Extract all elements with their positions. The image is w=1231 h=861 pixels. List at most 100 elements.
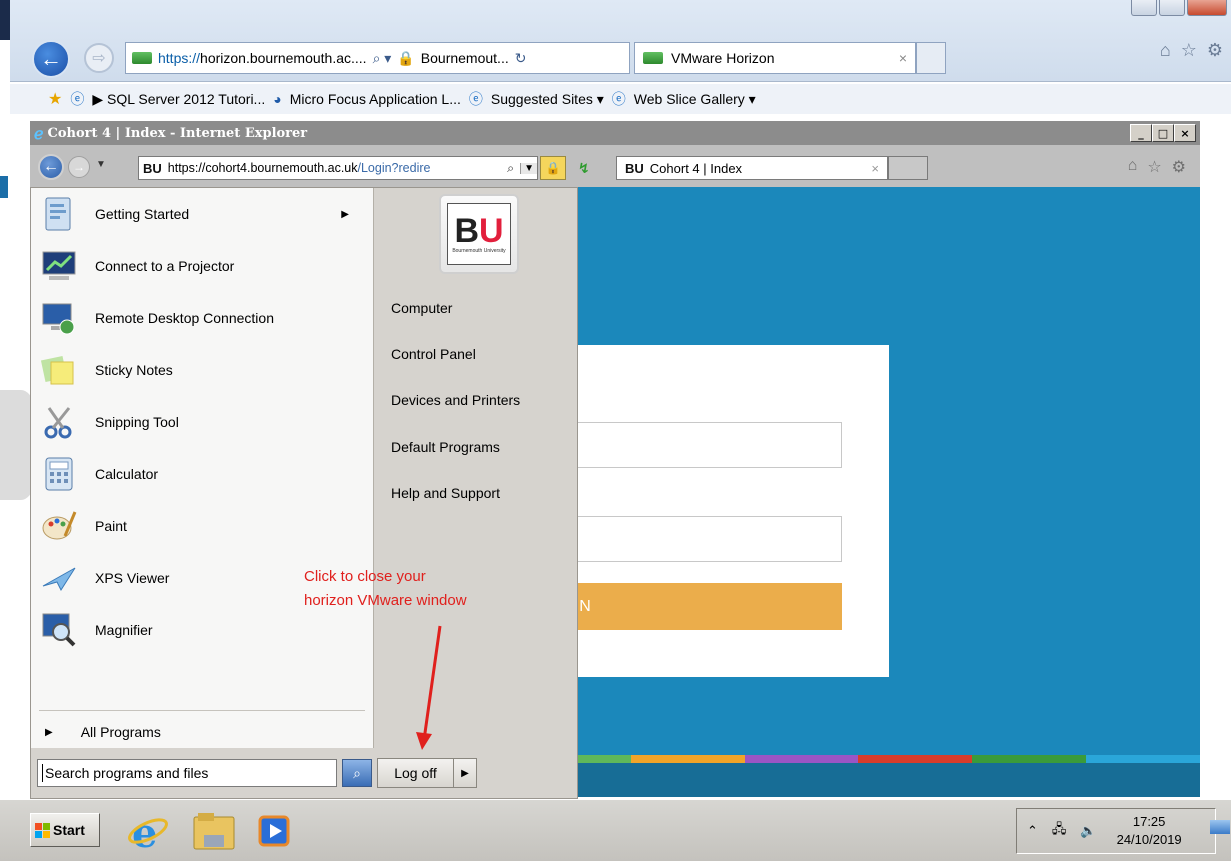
volume-icon[interactable]: 🔈 [1080,823,1096,839]
program-label: Paint [95,518,127,534]
program-magnifier[interactable]: Magnifier [37,608,367,652]
start-link-devices-printers[interactable]: Devices and Printers [391,392,520,408]
text-caret [42,764,43,782]
inner-forward-button[interactable]: → [68,156,90,178]
inner-new-tab-button[interactable] [888,156,928,180]
shutdown-options-arrow-icon[interactable]: ▶ [454,768,476,779]
start-link-help-support[interactable]: Help and Support [391,485,500,501]
all-programs-button[interactable]: ▶ All Programs [45,724,161,740]
favorites-star-icon[interactable]: ☆ [1181,40,1197,61]
settings-gear-icon[interactable]: ⚙ [1172,157,1186,177]
program-label: XPS Viewer [95,570,170,586]
favorites-add-icon[interactable]: ★ [48,89,62,109]
inner-back-button[interactable]: ← [38,154,64,180]
start-search-button[interactable]: ⌕ [342,759,372,787]
program-snipping-tool[interactable]: Snipping Tool [37,400,367,444]
start-menu-programs-pane: Getting Started ▶ Connect to a Projector… [31,188,373,748]
program-paint[interactable]: Paint [37,504,367,548]
background-window-strip [0,0,10,40]
outer-minimize-button[interactable] [1131,0,1157,16]
program-getting-started[interactable]: Getting Started ▶ [37,192,367,236]
outer-new-tab-button[interactable] [916,42,946,74]
favorites-star-icon[interactable]: ☆ [1147,157,1161,177]
inner-maximize-button[interactable]: □ [1152,124,1174,142]
inner-minimize-button[interactable]: _ [1130,124,1152,142]
start-link-default-programs[interactable]: Default Programs [391,439,500,455]
system-tray: ⌃ 🖧 🔈 17:25 24/10/2019 [1016,808,1216,854]
outer-back-button[interactable]: ← [32,40,70,78]
start-link-computer[interactable]: Computer [391,300,452,316]
outer-tab-close-icon[interactable]: × [899,50,907,66]
inner-lock-icon[interactable]: 🔒 [540,156,566,180]
inner-tab-title: Cohort 4 | Index [649,160,743,176]
favorite-link-micro-focus[interactable]: Micro Focus Application L... [290,91,461,107]
outer-close-button[interactable] [1187,0,1227,16]
clock[interactable]: 17:25 24/10/2019 [1117,813,1182,849]
program-label: Getting Started [95,206,190,222]
program-calculator[interactable]: Calculator [37,452,367,496]
start-menu: Getting Started ▶ Connect to a Projector… [30,187,578,799]
micro-focus-icon: ◕ [273,91,282,107]
start-search-input[interactable]: Search programs and files [37,759,337,787]
taskbar-media-player[interactable] [248,806,300,856]
ie-page-icon: ⓔ [70,91,85,107]
media-player-icon [258,815,290,847]
instruction-annotation: Click to close your horizon VMware windo… [304,565,467,613]
inner-refresh-icon[interactable]: ↯ [578,160,590,177]
search-placeholder: Search programs and files [45,765,209,781]
address-search-icon[interactable]: ⌕ ▾ [373,50,392,67]
inner-toolbar-icons: ⌂ ☆ ⚙ [1128,157,1186,177]
refresh-icon[interactable]: ↻ [515,50,527,67]
favorite-link-sql-server[interactable]: ▶ SQL Server 2012 Tutori... [92,91,265,108]
outer-maximize-button[interactable] [1159,0,1185,16]
program-label: Calculator [95,466,159,482]
internet-explorer-icon: e [128,810,168,853]
program-sticky-notes[interactable]: Sticky Notes [37,348,367,392]
log-off-button[interactable]: Log off ▶ [377,758,477,788]
taskbar-file-explorer[interactable] [188,806,240,856]
lock-icon: 🔒 [397,49,415,66]
inner-address-search-icon[interactable]: ⌕ [507,161,514,176]
outer-forward-button[interactable]: ⇨ [84,43,114,73]
home-icon[interactable]: ⌂ [1128,157,1138,177]
color-stripe-segment [744,755,859,763]
outer-address-bar[interactable]: https://horizon.bournemouth.ac.... ⌕ ▾ 🔒… [125,42,630,74]
taskbar: Start e ⌃ 🖧 🔈 17:25 24/10/2019 [0,799,1231,861]
show-desktop-button[interactable] [1210,820,1230,834]
inner-browser-toolbar: ← → ▼ BU https://cohort4.bournemouth.ac.… [30,145,1200,187]
log-off-label[interactable]: Log off [378,759,454,787]
inner-address-bar[interactable]: BU https://cohort4.bournemouth.ac.uk/Log… [138,156,538,180]
favorite-suggested-sites[interactable]: Suggested Sites ▾ [491,91,604,108]
xps-viewer-icon [37,558,81,598]
search-icon: ⌕ [353,764,361,781]
background-window-edge [0,176,8,198]
forward-arrow-icon: → [73,160,85,174]
program-label: Sticky Notes [95,362,173,378]
inner-history-dropdown-icon[interactable]: ▼ [96,159,106,170]
inner-close-button[interactable]: × [1174,124,1196,142]
taskbar-internet-explorer[interactable]: e [122,806,174,856]
outer-tab-title: VMware Horizon [671,50,775,66]
color-stripe-segment [630,755,745,763]
site-icon [132,52,152,64]
favorite-web-slice-gallery[interactable]: Web Slice Gallery ▾ [634,91,756,108]
inner-address-dropdown-icon[interactable]: ▼ [520,162,537,174]
start-link-control-panel[interactable]: Control Panel [391,346,476,362]
svg-text:e: e [132,810,157,853]
inner-tab-close-icon[interactable]: × [871,161,879,176]
outer-tab-vmware-horizon[interactable]: VMware Horizon × [634,42,916,74]
start-menu-separator [39,710,365,711]
inner-tab-cohort-index[interactable]: BU Cohort 4 | Index × [616,156,888,180]
sticky-notes-icon [37,350,81,390]
program-remote-desktop[interactable]: Remote Desktop Connection [37,296,367,340]
program-connect-projector[interactable]: Connect to a Projector [37,244,367,288]
inner-url: https://cohort4.bournemouth.ac.uk/Login?… [167,161,431,175]
user-picture-tile[interactable]: BU Bournemouth University [439,194,519,274]
network-icon[interactable]: 🖧 [1052,820,1067,842]
home-icon[interactable]: ⌂ [1160,40,1171,61]
start-button[interactable]: Start [30,813,100,847]
bu-favicon: BU [143,160,162,176]
tray-expand-icon[interactable]: ⌃ [1027,823,1038,839]
projector-icon [37,246,81,286]
settings-gear-icon[interactable]: ⚙ [1207,40,1223,61]
